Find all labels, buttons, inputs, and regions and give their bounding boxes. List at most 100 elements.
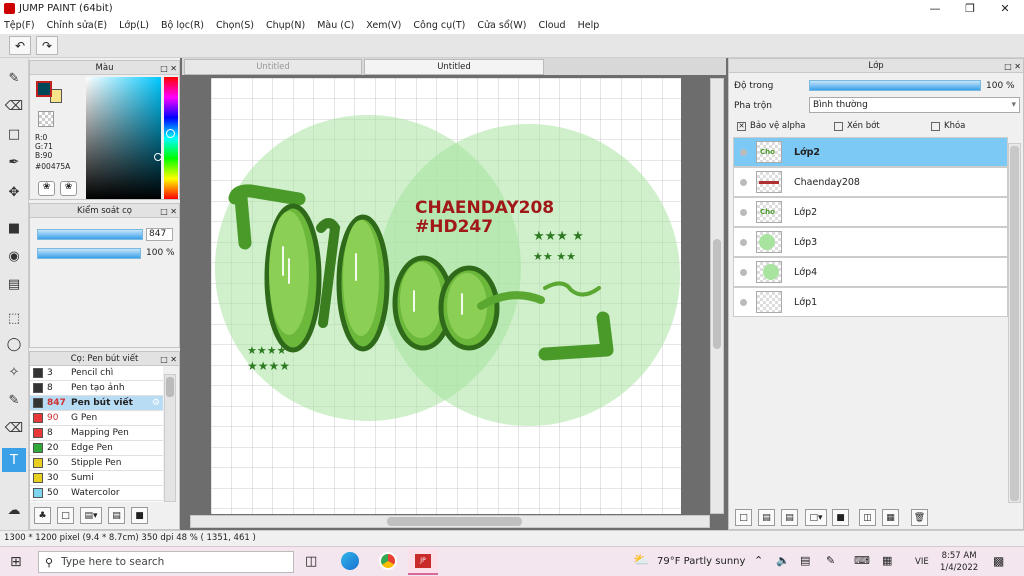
menu-help[interactable]: Help	[578, 20, 600, 31]
new-brush-icon[interactable]: □	[57, 507, 74, 524]
select-eraser-tool-icon[interactable]: ⌫	[2, 416, 26, 440]
minimize-button[interactable]: —	[918, 0, 952, 17]
edge-browser-icon[interactable]	[341, 552, 359, 570]
brush-item[interactable]: 50 Stipple Pen	[30, 456, 163, 471]
transparent-color-swatch[interactable]	[38, 111, 54, 127]
eraser-tool-icon[interactable]: ⌫	[2, 94, 26, 118]
menu-tools[interactable]: Công cụ(T)	[413, 20, 465, 31]
canvas-horizontal-scrollbar[interactable]	[190, 515, 710, 528]
text-tool-icon[interactable]: T	[2, 448, 26, 472]
notification-icon[interactable]: ▩	[993, 554, 1004, 568]
ime-icon[interactable]: ▦	[882, 554, 892, 567]
copy-brush-icon[interactable]: ▤	[108, 507, 125, 524]
layer-row-selected[interactable]: ChoLớp2⚙	[733, 137, 1021, 167]
brush-opacity-slider[interactable]	[37, 248, 141, 259]
chrome-browser-icon[interactable]	[379, 552, 397, 570]
move-tool-icon[interactable]: ✥	[2, 180, 26, 204]
brush-tool-icon[interactable]: ✒	[2, 150, 26, 174]
brush-item[interactable]: 30 Sumi	[30, 471, 163, 486]
mask-icon[interactable]: ▦	[882, 509, 899, 526]
brush-item[interactable]: 8 Mapping Pen	[30, 426, 163, 441]
scrollbar-thumb[interactable]	[713, 239, 721, 349]
panel-close-icon[interactable]: □ ✕	[160, 353, 177, 367]
close-button[interactable]: ✕	[988, 0, 1022, 17]
scrollbar-thumb[interactable]	[387, 517, 522, 526]
lock-checkbox[interactable]: Khóa	[931, 121, 965, 131]
language-indicator[interactable]: VIE	[915, 557, 929, 567]
folder-icon[interactable]: ■	[131, 507, 148, 524]
tab-untitled-2[interactable]: Untitled	[364, 59, 544, 75]
menu-layer[interactable]: Lớp(L)	[119, 20, 149, 31]
brush-menu-icon[interactable]: ▤▾	[80, 507, 102, 524]
pen-input-icon[interactable]: ✎	[826, 554, 835, 567]
folder-icon[interactable]: ■	[832, 509, 849, 526]
bucket-tool-icon[interactable]: ◉	[2, 244, 26, 268]
copy-layer-icon[interactable]: ▤	[781, 509, 798, 526]
taskbar-search-box[interactable]: ⚲ Type here to search	[38, 551, 294, 573]
marquee-tool-icon[interactable]: ⬚	[2, 306, 26, 330]
brush-item[interactable]: 20 Edge Pen	[30, 441, 163, 456]
layers-scrollbar[interactable]	[1008, 143, 1021, 503]
gradient-tool-icon[interactable]: ▤	[2, 272, 26, 296]
foreground-color-swatch[interactable]	[36, 81, 52, 97]
canvas-document[interactable]: ★★★ ★ ★★ ★★ ★★★★ ★★★★ CHAENDAY208 #HD247	[211, 78, 681, 514]
new-layer-icon[interactable]: □	[735, 509, 752, 526]
visibility-icon[interactable]	[740, 178, 747, 186]
sv-picker-handle[interactable]	[154, 153, 162, 161]
brush-list-scrollbar[interactable]	[164, 374, 176, 502]
visibility-icon[interactable]	[740, 298, 747, 306]
keyboard-icon[interactable]: ⌨	[854, 554, 870, 567]
tab-untitled-1[interactable]: Untitled	[184, 59, 362, 75]
maximize-button[interactable]: ❐	[953, 0, 987, 17]
menu-edit[interactable]: Chỉnh sửa(E)	[47, 20, 108, 31]
layer-row[interactable]: Lớp3	[733, 227, 1008, 257]
menu-capture[interactable]: Chụp(N)	[266, 20, 305, 31]
menu-view[interactable]: Xem(V)	[366, 20, 401, 31]
magic-wand-tool-icon[interactable]: ✧	[2, 360, 26, 384]
windows-start-icon[interactable]: ⊞	[10, 554, 22, 570]
protect-alpha-checkbox[interactable]: ✕ Bảo vệ alpha	[737, 121, 805, 131]
trash-icon[interactable]: 🗑	[911, 509, 928, 526]
panel-close-icon[interactable]: □ ✕	[1004, 60, 1021, 74]
layer-row[interactable]: Lớp4	[733, 257, 1008, 287]
panel-close-icon[interactable]: □ ✕	[160, 205, 177, 219]
merge-icon[interactable]: ◫	[859, 509, 876, 526]
menu-window[interactable]: Cửa sổ(W)	[477, 20, 526, 31]
gear-icon[interactable]: ⚙	[152, 398, 160, 408]
layer-row[interactable]: Lớp1	[733, 287, 1008, 317]
hue-slider-handle[interactable]	[166, 129, 175, 138]
brush-size-value[interactable]: 847	[146, 228, 173, 241]
menu-file[interactable]: Tệp(F)	[4, 20, 35, 31]
pen-tool-icon[interactable]: ✎	[2, 66, 26, 90]
visibility-icon[interactable]	[740, 268, 747, 276]
clock[interactable]: 8:57 AM 1/4/2022	[940, 550, 978, 574]
saturation-value-picker[interactable]	[86, 77, 162, 199]
visibility-icon[interactable]	[740, 238, 747, 246]
brush-item[interactable]: 8 Pen tạo ảnh	[30, 381, 163, 396]
menu-select[interactable]: Chọn(S)	[216, 20, 254, 31]
canvas-vertical-scrollbar[interactable]	[710, 78, 724, 514]
visibility-icon[interactable]	[740, 208, 747, 216]
hue-slider[interactable]	[164, 77, 178, 199]
visibility-icon[interactable]	[740, 148, 747, 156]
duplicate-layer-icon[interactable]: ▤	[758, 509, 775, 526]
layer-row[interactable]: Chaenday208	[733, 167, 1008, 197]
scrollbar-thumb[interactable]	[166, 377, 174, 397]
brush-item[interactable]: 50 Watercolor	[30, 486, 163, 501]
redo-icon[interactable]: ↷	[36, 36, 58, 55]
menu-cloud[interactable]: Cloud	[538, 20, 565, 31]
volume-icon[interactable]: 🔈	[776, 554, 790, 567]
tray-chevron-icon[interactable]: ⌃	[754, 554, 763, 567]
select-pen-tool-icon[interactable]: ✎	[2, 388, 26, 412]
layer-opacity-slider[interactable]	[809, 80, 981, 91]
lasso-tool-icon[interactable]: ◯	[2, 332, 26, 356]
network-icon[interactable]: ▤	[800, 554, 810, 567]
panel-close-icon[interactable]: □ ✕	[160, 62, 177, 76]
brush-item[interactable]: 3 Pencil chì	[30, 366, 163, 381]
cloud-tool-icon[interactable]: ☁	[2, 498, 26, 522]
clipping-checkbox[interactable]: Xén bớt	[834, 121, 880, 131]
palette-icon[interactable]: ❀	[38, 181, 55, 196]
brush-item-selected[interactable]: 847 Pen bút viết ⚙	[30, 396, 163, 411]
fill-rect-tool-icon[interactable]: ■	[2, 216, 26, 240]
brush-size-slider[interactable]	[37, 229, 143, 240]
